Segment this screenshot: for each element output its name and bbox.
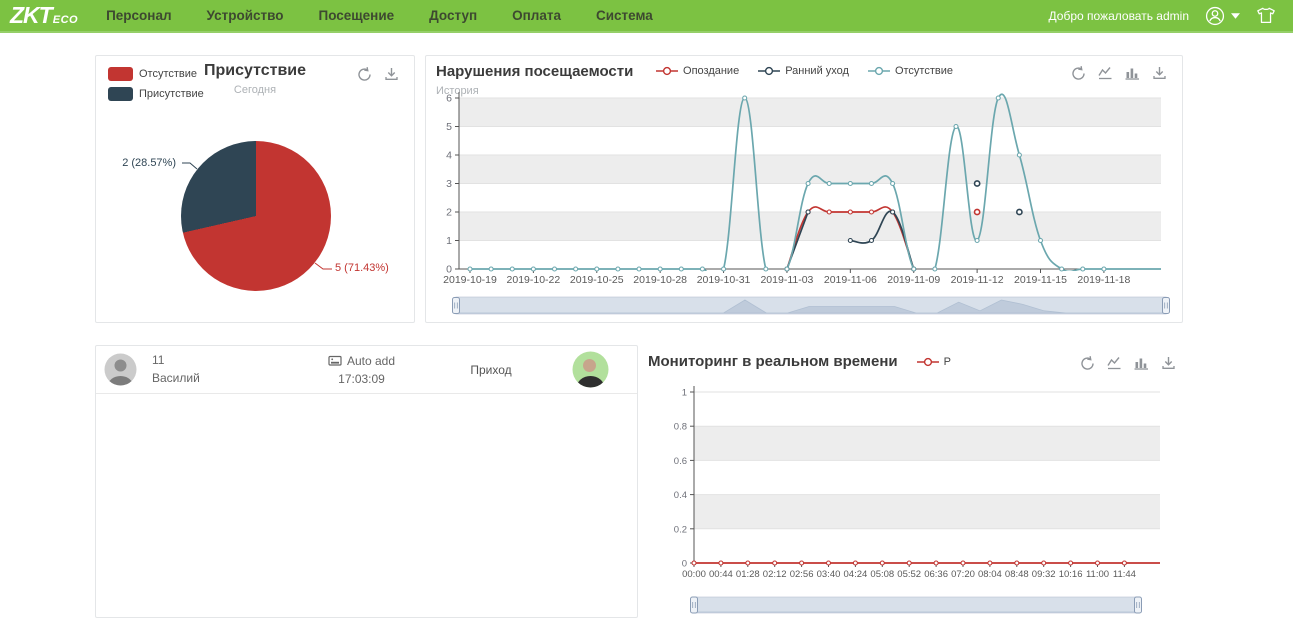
list-item[interactable]: 11 Василий Auto add 17:03:09 Приход: [96, 346, 637, 394]
logo-eco: ECO: [52, 14, 79, 26]
y-axis-label: 0.6: [674, 456, 687, 467]
download-icon[interactable]: [383, 66, 400, 83]
user-icon: [1205, 6, 1225, 25]
x-axis-label: 00:44: [709, 569, 733, 580]
pie-label-absent: 5 (71.43%): [335, 262, 389, 274]
capture-photo: [572, 351, 608, 388]
monitor-chart[interactable]: 00.20.40.60.8100:00 00:44 01:28 02:12 02:56 0…: [648, 345, 1183, 618]
y-axis-label: 4: [446, 150, 452, 162]
x-axis-label: 03:40: [817, 569, 841, 580]
slider-handle[interactable]: [452, 297, 460, 314]
pie-chart[interactable]: [181, 141, 331, 291]
x-axis-label: 08:48: [1005, 569, 1029, 580]
main-menu: Персонал Устройство Посещение Доступ Опл…: [106, 8, 653, 23]
zkteco-logo[interactable]: ZK T ECO: [10, 2, 78, 29]
x-axis-label: 2019-11-12: [951, 274, 1004, 286]
y-axis-label: 0.8: [674, 422, 687, 433]
x-axis-label: 2019-10-22: [507, 274, 561, 286]
nav-item-attendance[interactable]: Посещение: [318, 8, 394, 23]
x-axis-label: 2019-10-25: [570, 274, 624, 286]
slider-handle[interactable]: [690, 596, 698, 614]
x-axis-label: 11:44: [1113, 569, 1136, 580]
employee-id-name: 11 Василий: [152, 352, 292, 387]
x-axis-label: 10:16: [1059, 569, 1083, 580]
x-axis-label: 2019-11-18: [1077, 274, 1130, 286]
event-source-time: Auto add 17:03:09: [292, 352, 431, 388]
user-menu[interactable]: [1204, 5, 1240, 27]
monitor-panel: Мониторинг в реальном времени P 0 0.2 0.…: [648, 345, 1183, 618]
slider-handle[interactable]: [1134, 596, 1142, 614]
violations-chart[interactable]: 01234562019-10-19 2019-10-22 2019-10-25 201…: [426, 56, 1182, 322]
employee-id: 11: [152, 353, 165, 368]
logo-zk: ZK: [10, 2, 40, 28]
logo-t: T: [38, 2, 53, 28]
navbar-right: Добро пожаловать admin: [1049, 5, 1293, 27]
status-badge: Приход: [470, 362, 512, 377]
x-axis-label: 05:52: [897, 569, 921, 580]
pie-toolbox: [356, 66, 400, 83]
x-axis-label: 2019-11-15: [1014, 274, 1067, 286]
x-axis-label: 07:20: [951, 569, 975, 580]
x-axis-label: 05:08: [870, 569, 894, 580]
pie-label-present: 2 (28.57%): [122, 157, 176, 169]
x-axis-label: 06:36: [924, 569, 948, 580]
attendance-pie-panel: Отсутствие Присутствие Присутствие Сегодн…: [95, 55, 415, 323]
x-axis-label: 2019-10-31: [697, 274, 751, 286]
navbar: ZK T ECO Персонал Устройство Посещение Дос…: [0, 0, 1293, 33]
y-axis-label: 0.4: [674, 490, 687, 501]
x-axis-label: 02:56: [790, 569, 814, 580]
x-axis-label: 11:00: [1086, 569, 1109, 580]
dashboard: ZK T ECO Персонал Устройство Посещение Дос…: [0, 0, 1293, 640]
violations-panel: Нарушения посещаемости История Опоздание…: [425, 55, 1183, 323]
x-axis-label: 01:28: [736, 569, 760, 580]
x-axis-label: 2019-11-06: [824, 274, 877, 286]
nav-item-personnel[interactable]: Персонал: [106, 8, 171, 23]
event-source: Auto add: [346, 353, 396, 368]
nav-item-system[interactable]: Система: [596, 8, 653, 23]
device-icon: [328, 355, 342, 366]
x-axis-label: 09:32: [1032, 569, 1056, 580]
y-axis-label: 0.2: [674, 524, 687, 535]
x-axis-label: 00:00: [682, 569, 706, 580]
slider-handle[interactable]: [1162, 297, 1170, 314]
theme-button[interactable]: [1255, 6, 1277, 26]
y-axis-label: 5: [446, 121, 452, 133]
x-axis-label: 02:12: [763, 569, 787, 580]
x-axis-label: 04:24: [844, 569, 868, 580]
x-axis-label: 2019-11-03: [760, 274, 813, 286]
y-axis-label: 2: [446, 207, 452, 219]
refresh-icon[interactable]: [356, 66, 373, 83]
nav-item-payment[interactable]: Оплата: [512, 8, 561, 23]
y-axis-label: 3: [446, 178, 452, 190]
nav-item-access[interactable]: Доступ: [429, 8, 477, 23]
tshirt-icon: [1257, 7, 1275, 23]
pie-panel-subtitle: Сегодня: [233, 84, 277, 96]
events-panel: 11 Василий Auto add 17:03:09 Приход: [95, 345, 638, 618]
x-axis-label: 08:04: [978, 569, 1002, 580]
y-axis-label: 6: [446, 93, 452, 105]
x-axis-label: 2019-10-28: [633, 274, 687, 286]
event-time: 17:03:09: [338, 371, 385, 386]
employee-avatar: [104, 353, 137, 386]
x-axis-label: 2019-10-19: [443, 274, 497, 286]
y-axis-label: 0: [682, 559, 687, 570]
y-axis-label: 1: [682, 388, 687, 399]
chevron-down-icon: [1231, 12, 1240, 19]
y-axis-label: 1: [446, 235, 452, 247]
nav-item-device[interactable]: Устройство: [207, 8, 284, 23]
welcome-text: Добро пожаловать admin: [1048, 8, 1189, 23]
x-axis-label: 2019-11-09: [887, 274, 940, 286]
employee-name: Василий: [152, 370, 200, 385]
